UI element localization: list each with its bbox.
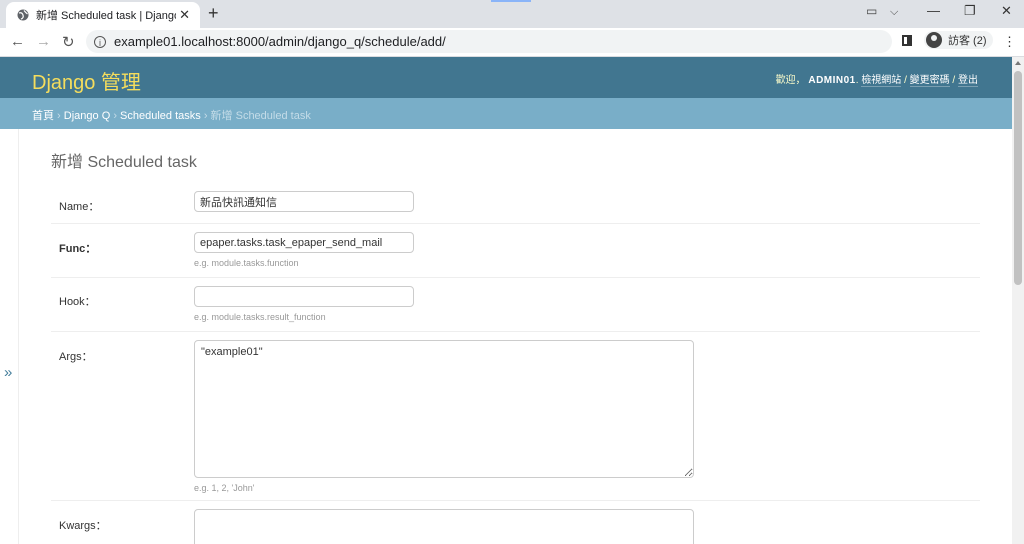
hook-help-text: e.g. module.tasks.result_function bbox=[194, 312, 326, 322]
user-tools: 歡迎， ADMIN01. 檢視網站 / 變更密碼 / 登出 bbox=[775, 75, 978, 87]
forward-arrow-icon[interactable]: → bbox=[36, 33, 51, 50]
kwargs-textarea[interactable] bbox=[194, 509, 694, 544]
address-bar[interactable]: i example01.localhost:8000/admin/django_… bbox=[86, 30, 892, 53]
loading-indicator bbox=[491, 0, 531, 2]
globe-icon bbox=[17, 9, 29, 21]
logout-link[interactable]: 登出 bbox=[958, 75, 978, 87]
avatar-icon bbox=[926, 32, 942, 48]
breadcrumb: 首頁 › Django Q › Scheduled tasks › 新增 Sch… bbox=[0, 98, 1012, 129]
page-title: 新增 Scheduled task bbox=[51, 154, 197, 171]
scroll-thumb[interactable] bbox=[1014, 71, 1022, 285]
username: ADMIN01 bbox=[808, 75, 856, 86]
scroll-up-arrow-icon[interactable] bbox=[1015, 61, 1021, 65]
hook-label: Hook： bbox=[59, 296, 96, 308]
args-help-text: e.g. 1, 2, 'John' bbox=[194, 483, 255, 493]
hook-input[interactable] bbox=[194, 286, 414, 307]
double-chevron-right-icon: » bbox=[4, 364, 13, 381]
form-row-kwargs: Kwargs： bbox=[51, 501, 980, 544]
profile-label: 訪客 (2) bbox=[948, 35, 987, 47]
site-header: Django 管理 歡迎， ADMIN01. 檢視網站 / 變更密碼 / 登出 bbox=[0, 57, 1012, 98]
tab-search-icon[interactable]: ▭ bbox=[866, 4, 877, 18]
args-textarea[interactable]: "example01" bbox=[194, 340, 694, 478]
form-row-args: Args： "example01" e.g. 1, 2, 'John' bbox=[51, 332, 980, 501]
func-label: Func： bbox=[59, 243, 97, 255]
name-input[interactable] bbox=[194, 191, 414, 212]
breadcrumb-home[interactable]: 首頁 bbox=[32, 110, 54, 122]
form-row-func: Func： e.g. module.tasks.function bbox=[51, 224, 980, 278]
site-info-icon[interactable]: i bbox=[94, 35, 106, 48]
name-label: Name： bbox=[59, 201, 100, 213]
chevron-down-icon[interactable]: ⌵ bbox=[890, 6, 898, 19]
form-row-hook: Hook： e.g. module.tasks.result_function bbox=[51, 278, 980, 332]
breadcrumb-current: 新增 Scheduled task bbox=[210, 110, 311, 122]
change-password-link[interactable]: 變更密碼 bbox=[909, 75, 950, 87]
reload-icon[interactable]: ↻ bbox=[62, 33, 75, 51]
args-label: Args： bbox=[59, 351, 93, 363]
browser-toolbar: ← → ↻ i example01.localhost:8000/admin/d… bbox=[0, 28, 1024, 57]
restore-button[interactable]: ❐ bbox=[964, 3, 976, 19]
welcome-text: 歡迎， bbox=[775, 75, 806, 86]
tab-title: 新增 Scheduled task | Django 網 bbox=[36, 10, 176, 22]
view-site-link[interactable]: 檢視網站 bbox=[861, 75, 902, 87]
breadcrumb-model[interactable]: Scheduled tasks bbox=[120, 110, 201, 122]
kwargs-label: Kwargs： bbox=[59, 520, 107, 532]
new-tab-button[interactable]: + bbox=[208, 3, 219, 24]
nav-sidebar-toggle[interactable]: » bbox=[0, 129, 19, 544]
profile-button[interactable]: 訪客 (2) bbox=[924, 31, 993, 49]
site-brand[interactable]: Django 管理 bbox=[32, 66, 141, 95]
minimize-button[interactable]: — bbox=[927, 3, 940, 18]
url-text: example01.localhost:8000/admin/django_q/… bbox=[114, 34, 446, 49]
func-help-text: e.g. module.tasks.function bbox=[194, 258, 299, 268]
form-row-name: Name： bbox=[51, 182, 980, 224]
browser-tab[interactable]: 新增 Scheduled task | Django 網 ✕ bbox=[6, 2, 200, 28]
page-scrollbar[interactable] bbox=[1012, 57, 1024, 544]
func-input[interactable] bbox=[194, 232, 414, 253]
browser-tab-strip: 新增 Scheduled task | Django 網 ✕ + ▭ ⌵ — ❐… bbox=[0, 0, 1024, 28]
side-panel-icon[interactable] bbox=[902, 35, 912, 46]
close-window-button[interactable]: ✕ bbox=[1001, 3, 1012, 19]
close-tab-icon[interactable]: ✕ bbox=[179, 7, 190, 23]
breadcrumb-app[interactable]: Django Q bbox=[64, 110, 110, 122]
page-viewport: Django 管理 歡迎， ADMIN01. 檢視網站 / 變更密碼 / 登出 … bbox=[0, 57, 1012, 544]
menu-kebab-icon[interactable]: ⋮ bbox=[1003, 34, 1016, 50]
back-arrow-icon[interactable]: ← bbox=[10, 33, 25, 50]
